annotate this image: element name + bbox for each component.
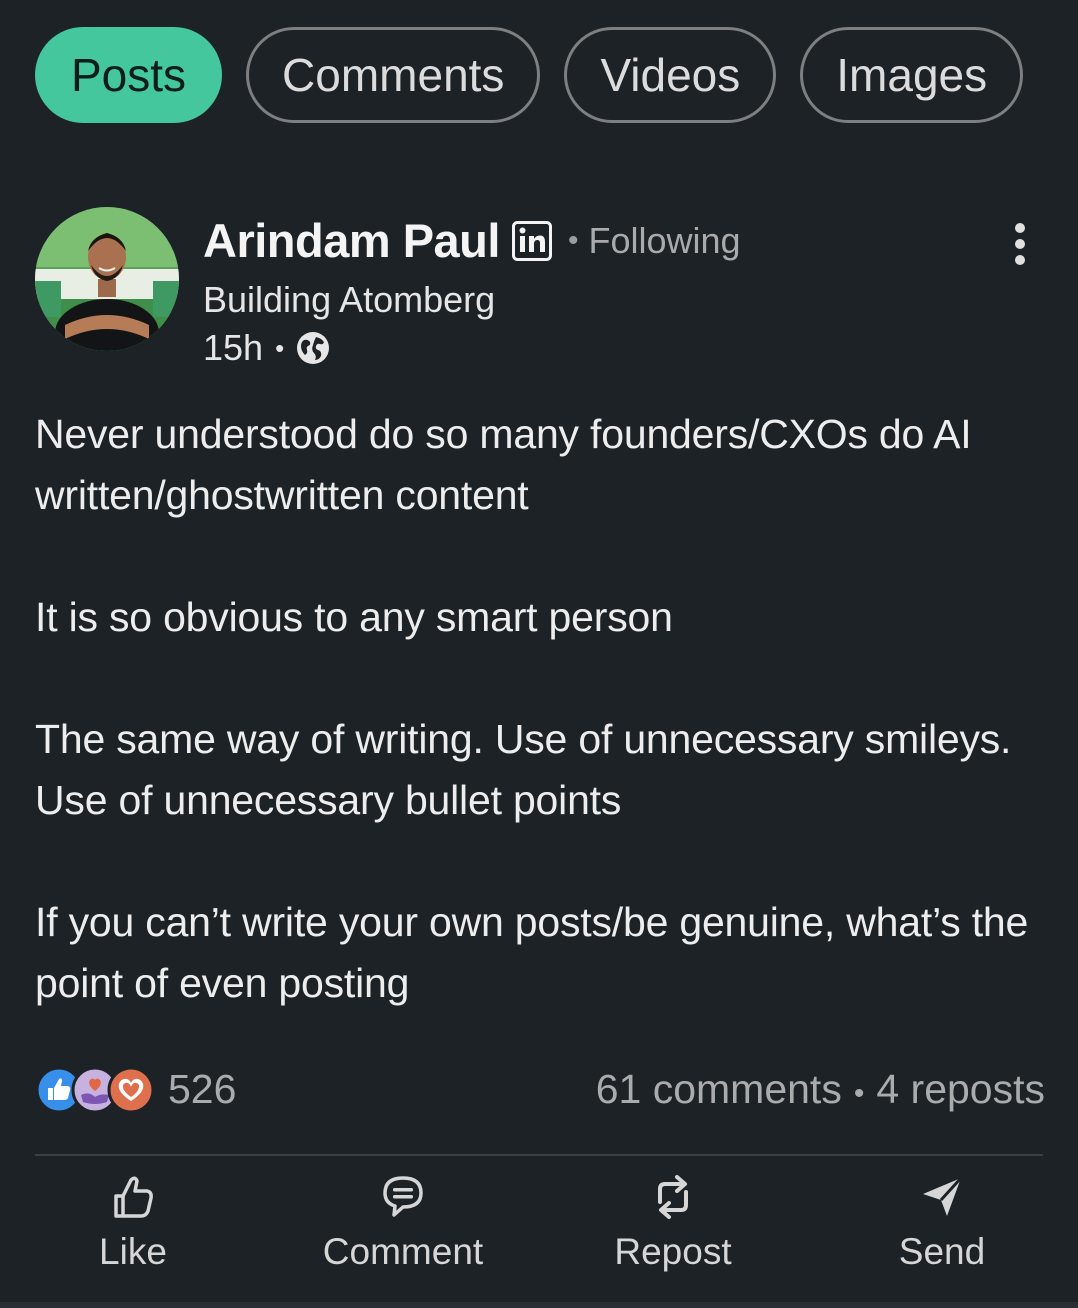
- repost-icon: [650, 1172, 696, 1227]
- avatar[interactable]: [35, 207, 179, 351]
- separator-dot: •: [275, 332, 285, 363]
- like-label: Like: [99, 1231, 167, 1272]
- post-age: 15h: [203, 327, 264, 368]
- author-name[interactable]: Arindam Paul: [203, 213, 500, 268]
- post-paragraph: If you can’t write your own posts/be gen…: [35, 899, 1029, 1006]
- post-paragraph: Never understood do so many founders/CXO…: [35, 411, 972, 518]
- repost-button[interactable]: Repost: [573, 1172, 773, 1282]
- reposts-count[interactable]: 4 reposts: [876, 1066, 1045, 1112]
- globe-icon: [296, 331, 330, 365]
- post-paragraph: The same way of writing. Use of unnecess…: [35, 716, 1012, 823]
- send-label: Send: [898, 1231, 986, 1272]
- separator-dot: •: [567, 223, 579, 257]
- like-button[interactable]: Like: [33, 1172, 233, 1282]
- post-body: Never understood do so many founders/CXO…: [35, 404, 1045, 1075]
- post-paragraph: It is so obvious to any smart person: [35, 594, 673, 640]
- send-icon: [919, 1172, 965, 1227]
- tab-comments[interactable]: Comments: [246, 27, 541, 123]
- divider: [35, 1154, 1043, 1156]
- reactions-summary[interactable]: [35, 1065, 157, 1115]
- filter-tabs: Posts Comments Videos Images: [35, 27, 1024, 123]
- comments-reposts: 61 comments • 4 reposts: [596, 1066, 1045, 1113]
- separator-dot: •: [853, 1077, 865, 1110]
- comment-label: Comment: [322, 1231, 484, 1272]
- post-header: Arindam Paul • Following Building Atombe…: [35, 207, 1045, 368]
- tab-posts[interactable]: Posts: [35, 27, 223, 123]
- action-bar: Like Comment Repost Send: [0, 1172, 1078, 1282]
- comment-icon: [380, 1172, 426, 1227]
- comment-button[interactable]: Comment: [303, 1172, 503, 1282]
- linkedin-icon: [511, 220, 552, 261]
- tab-videos[interactable]: Videos: [564, 27, 777, 123]
- post-meta: 15h •: [203, 327, 330, 369]
- more-vertical-icon[interactable]: [1005, 221, 1035, 267]
- author-headline: Building Atomberg: [203, 279, 496, 320]
- comments-count[interactable]: 61 comments: [596, 1066, 842, 1112]
- author-line: Arindam Paul • Following: [203, 213, 741, 268]
- bottom-divider: [0, 1302, 1078, 1308]
- repost-label: Repost: [614, 1231, 732, 1272]
- tab-images[interactable]: Images: [800, 27, 1024, 123]
- love-reaction-icon: [107, 1066, 155, 1114]
- send-button[interactable]: Send: [842, 1172, 1042, 1282]
- follow-status[interactable]: Following: [588, 220, 740, 262]
- thumbs-up-icon: [110, 1172, 156, 1227]
- social-counts: 526 61 comments • 4 reposts: [35, 1062, 1045, 1118]
- reaction-count[interactable]: 526: [168, 1066, 236, 1113]
